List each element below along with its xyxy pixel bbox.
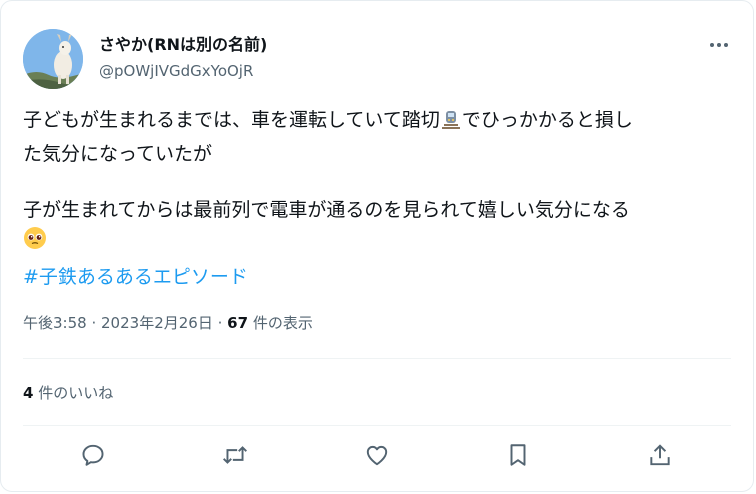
hashtag-link[interactable]: #子鉄あるあるエピソード <box>23 263 248 291</box>
reply-bubble-icon <box>82 444 104 466</box>
likes-label: 件のいいね <box>38 384 114 402</box>
more-options-button[interactable] <box>702 33 736 57</box>
share-button[interactable] <box>645 440 675 470</box>
avatar[interactable] <box>23 29 83 89</box>
likes-summary[interactable]: 4 件のいいね <box>23 382 113 404</box>
tweet-line-1: 子どもが生まれるまでは、車を運転していて踏切 でひっかかると損し <box>23 106 723 140</box>
divider <box>23 425 731 426</box>
divider <box>23 358 731 359</box>
avatar-goat-image <box>23 29 83 89</box>
pleading-face-emoji <box>23 226 47 259</box>
tweet-line-4 <box>23 225 723 259</box>
tweet-time[interactable]: 午後3:58 <box>23 314 87 332</box>
user-handle[interactable]: @pOWjIVGdGxYoOjR <box>99 61 253 81</box>
retweet-icon <box>223 446 247 464</box>
heart-icon <box>366 445 388 466</box>
tweet-line-1a: 子どもが生まれるまでは、車を運転していて踏切 <box>23 109 440 131</box>
tweet-meta: 午後3:58 · 2023年2月26日 · 67 件の表示 <box>23 312 313 334</box>
reply-button[interactable] <box>78 440 108 470</box>
tweet-line-2: た気分になっていたが <box>23 143 213 165</box>
meta-separator: · <box>217 314 228 332</box>
display-name[interactable]: さやか(RNは別の名前) <box>99 35 267 55</box>
like-button[interactable] <box>362 440 392 470</box>
views-label: 件の表示 <box>252 314 313 332</box>
tweet-line-3: 子が生まれてからは最前列で電車が通るのを見られて嬉しい気分になる <box>23 199 630 221</box>
train-track-emoji <box>440 109 462 140</box>
tweet-card: さやか(RNは別の名前) @pOWjIVGdGxYoOjR 子どもが生まれるまで… <box>0 0 754 492</box>
bookmark-icon <box>510 444 526 466</box>
tweet-text: 子どもが生まれるまでは、車を運転していて踏切 でひっかかると損し た気分になって… <box>23 106 723 259</box>
tweet-line-1b: でひっかかると損し <box>461 109 633 131</box>
likes-count: 4 <box>23 384 34 402</box>
meta-separator: · <box>91 314 102 332</box>
share-upload-icon <box>650 444 670 466</box>
views-count: 67 <box>227 314 249 332</box>
retweet-button[interactable] <box>220 440 250 470</box>
bookmark-button[interactable] <box>503 440 533 470</box>
more-dots-icon <box>710 43 728 47</box>
tweet-date[interactable]: 2023年2月26日 <box>101 314 213 332</box>
